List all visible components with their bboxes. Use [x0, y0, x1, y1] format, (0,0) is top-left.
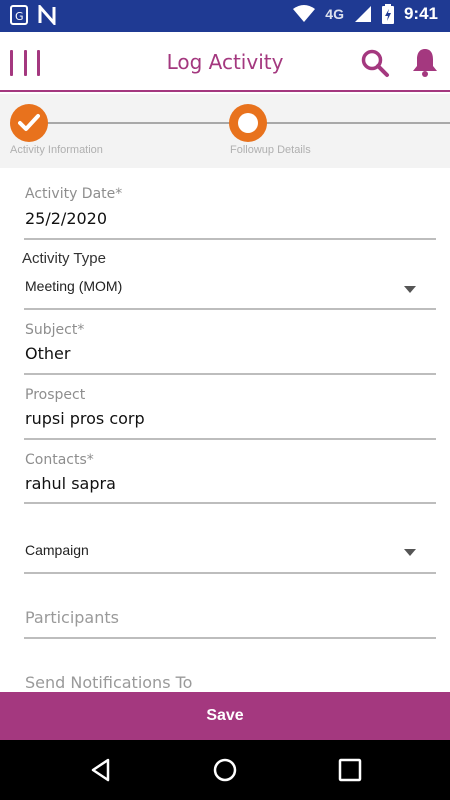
battery-charging-icon	[381, 4, 394, 24]
prospect-value: rupsi pros corp	[25, 409, 145, 428]
step-label-followup-details: Followup Details	[230, 144, 311, 156]
subject-value: Other	[25, 344, 71, 363]
svg-text:G: G	[15, 10, 24, 23]
save-button[interactable]: Save	[0, 692, 450, 740]
contacts-field[interactable]: Contacts* rahul sapra	[24, 450, 436, 504]
activity-type-select[interactable]: Meeting (MOM)	[24, 274, 436, 310]
subject-field[interactable]: Subject* Other	[24, 320, 436, 375]
send-notifications-field[interactable]: Send Notifications To	[24, 665, 436, 692]
sim-icon: G	[10, 5, 28, 25]
search-icon[interactable]	[360, 48, 390, 78]
campaign-select[interactable]: Campaign	[24, 534, 436, 574]
home-icon[interactable]	[212, 757, 238, 783]
activity-type-label: Activity Type	[22, 250, 106, 267]
prospect-field[interactable]: Prospect rupsi pros corp	[24, 385, 436, 440]
step-current-indicator[interactable]	[229, 104, 267, 142]
activity-form: Activity Date* 25/2/2020 Activity Type M…	[0, 170, 450, 692]
prospect-label: Prospect	[25, 387, 86, 403]
participants-field[interactable]: Participants	[24, 600, 436, 639]
status-time: 9:41	[403, 4, 438, 23]
bell-icon[interactable]	[410, 46, 440, 78]
step-completed-indicator[interactable]	[10, 104, 48, 142]
activity-date-label: Activity Date*	[25, 186, 123, 202]
wifi-icon	[293, 5, 316, 22]
progress-stepper: Activity Information Followup Details	[0, 94, 450, 168]
contacts-label: Contacts*	[25, 452, 94, 468]
back-icon[interactable]	[88, 757, 114, 783]
status-bar: G 4G 9:41	[0, 0, 450, 32]
network-type: 4G	[325, 6, 344, 22]
notification-n-icon	[38, 5, 56, 25]
dropdown-arrow-icon	[404, 286, 416, 293]
activity-date-value: 25/2/2020	[25, 209, 108, 228]
campaign-value: Campaign	[25, 542, 89, 558]
recents-icon[interactable]	[337, 757, 363, 783]
subject-label: Subject*	[25, 322, 85, 338]
dropdown-arrow-icon	[404, 549, 416, 556]
app-bar: Log Activity	[0, 32, 450, 92]
contacts-value: rahul sapra	[25, 474, 116, 493]
send-notifications-placeholder: Send Notifications To	[25, 673, 193, 692]
step-connector	[266, 122, 450, 124]
signal-icon	[354, 6, 371, 22]
activity-type-value: Meeting (MOM)	[25, 278, 123, 294]
step-label-activity-information: Activity Information	[10, 144, 103, 156]
checkmark-icon	[18, 114, 40, 131]
system-navigation-bar	[0, 740, 450, 800]
step-connector	[46, 122, 232, 124]
participants-placeholder: Participants	[25, 608, 119, 627]
activity-date-field[interactable]: Activity Date* 25/2/2020	[24, 184, 436, 240]
